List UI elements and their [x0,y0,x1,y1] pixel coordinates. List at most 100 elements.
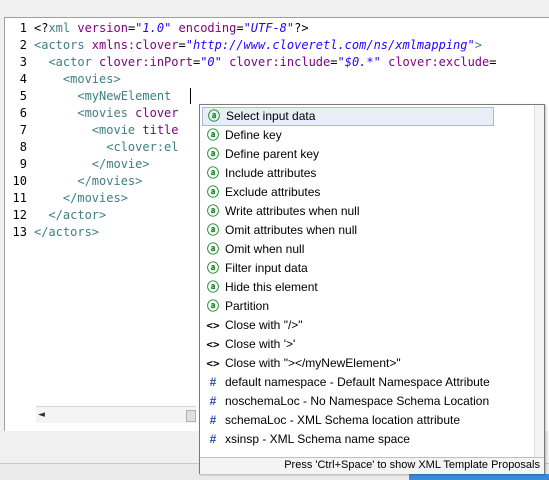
proposal-label: Select input data [226,109,316,123]
line-number: 5 [19,89,27,103]
proposal-label: Include attributes [225,166,317,180]
code-text[interactable]: <movie title [34,122,179,139]
code-token: </movies> [34,191,128,205]
code-text[interactable]: <actors xmlns:clover="http://www.clovere… [34,37,482,54]
hash-icon: # [209,413,217,427]
proposal-item[interactable]: ⓐ Select input data [202,107,494,126]
code-token: ?> [294,21,309,35]
code-token: </movies> [34,174,143,188]
proposal-item[interactable]: ⓐ Filter input data [202,259,532,278]
proposal-label: noschemaLoc - No Namespace Schema Locati… [225,394,490,408]
code-token: = [330,55,338,69]
line-number: 7 [19,123,27,137]
content-assist-popup[interactable]: Press 'Ctrl+Space' to show XML Template … [199,104,545,474]
at-icon: ⓐ [206,185,219,199]
scrollbar-thumb[interactable] [186,410,196,422]
line-number: 2 [19,38,27,52]
proposal-label: Omit when null [225,242,305,256]
proposal-item[interactable]: # xsinsp - XML Schema name space [202,430,532,449]
line-number: 1 [19,21,27,35]
code-token: = [178,38,186,52]
code-text[interactable]: <myNewElement [34,88,179,105]
proposal-item[interactable]: <> Close with "></myNewElement>" [202,354,532,373]
tag-icon: <> [206,319,220,332]
code-token: "1.0" [135,21,172,35]
horizontal-scrollbar[interactable]: ◄ [36,406,196,423]
code-token: xml [48,21,78,35]
code-token: <actors [34,38,92,52]
code-text[interactable]: </movies> [34,173,142,190]
proposal-item[interactable]: <> Close with '>' [202,335,532,354]
code-token: <actor [34,55,100,69]
at-icon: ⓐ [207,109,220,123]
code-token: <? [34,21,49,35]
code-text[interactable]: <movies> [34,71,121,88]
code-token: <clover:el [34,140,179,154]
proposal-label: Filter input data [225,261,308,275]
code-text[interactable]: </actor> [34,207,106,224]
proposal-item[interactable]: ⓐ Hide this element [202,278,532,297]
proposal-item[interactable]: <> Close with "/>" [202,316,532,335]
line-number: 10 [12,174,27,188]
hash-icon: # [209,432,217,446]
proposal-item[interactable]: ⓐ Omit attributes when null [202,221,532,240]
proposal-label: xsinsp - XML Schema name space [225,432,410,446]
popup-scrollbar[interactable] [534,105,544,457]
at-icon: ⓐ [206,223,219,237]
code-token: > [474,38,482,52]
tag-icon: <> [206,338,220,351]
code-token: clover:include [229,55,331,69]
code-token: version [77,21,128,35]
popup-footer: Press 'Ctrl+Space' to show XML Template … [200,457,544,474]
proposal-label: Close with "/>" [225,318,303,332]
code-token: </actors> [34,225,100,239]
code-text[interactable]: </actors> [34,224,99,241]
code-text[interactable]: <actor clover:inPort="0" clover:include=… [34,54,496,71]
proposal-label: Define key [225,128,282,142]
code-token: </actor> [34,208,107,222]
line-number: 9 [19,157,27,171]
code-text[interactable]: <clover:el [34,139,179,156]
code-line[interactable]: 2 <actors xmlns:clover="http://www.clover… [5,37,549,54]
code-token: <movie [34,123,143,137]
at-icon: ⓐ [206,166,219,180]
code-text[interactable]: </movies> [34,190,128,207]
proposal-item[interactable]: ⓐ Include attributes [202,164,532,183]
status-accent [409,474,549,480]
proposal-item[interactable]: # schemaLoc - XML Schema location attribu… [202,411,532,430]
code-text[interactable]: </movie> [34,156,150,173]
code-line[interactable]: 1 <?xml version="1.0" encoding="UTF-8"?> [5,20,549,37]
at-icon: ⓐ [206,147,219,161]
code-token: clover:inPort [99,55,193,69]
proposal-item[interactable]: ⓐ Exclude attributes [202,183,532,202]
code-line[interactable]: 4 <movies> [5,71,549,88]
proposal-item[interactable]: ⓐ Write attributes when null [202,202,532,221]
proposal-item[interactable]: ⓐ Partition [202,297,532,316]
proposal-item[interactable]: # default namespace - Default Namespace A… [202,373,532,392]
line-number: 11 [12,191,27,205]
proposal-item[interactable]: ⓐ Omit when null [202,240,532,259]
code-line[interactable]: 3 <actor clover:inPort = "0" clover:includ… [5,54,549,71]
proposal-label: default namespace - Default Namespace At… [225,375,490,389]
code-text[interactable]: <?xml version="1.0" encoding="UTF-8"?> [34,20,309,37]
line-number: 6 [19,106,27,120]
proposal-item[interactable]: # noschemaLoc - No Namespace Schema Locat… [202,392,532,411]
at-icon: ⓐ [206,261,219,275]
code-token: "UTF-8" [243,21,295,35]
proposal-item[interactable]: ⓐ Define parent key [202,145,532,164]
code-line[interactable]: 5 <myNewElement [5,88,549,105]
code-token: "http://www.cloveretl.com/ns/xmlmapping" [185,38,475,52]
proposal-label: Hide this element [225,280,318,294]
code-token: <myNewElement [34,89,179,103]
hash-icon: # [209,375,217,389]
code-text[interactable]: <movies clover [34,105,178,122]
code-token: <movies [34,106,136,120]
line-number: 3 [19,55,27,69]
code-token: = [236,21,244,35]
proposal-label: Close with '>' [225,337,296,351]
proposal-item[interactable]: ⓐ Define key [202,126,532,145]
proposal-label: Write attributes when null [225,204,360,218]
code-token: "0" [200,55,222,69]
code-token: <movies> [34,72,121,86]
scroll-left-icon[interactable]: ◄ [38,410,45,420]
